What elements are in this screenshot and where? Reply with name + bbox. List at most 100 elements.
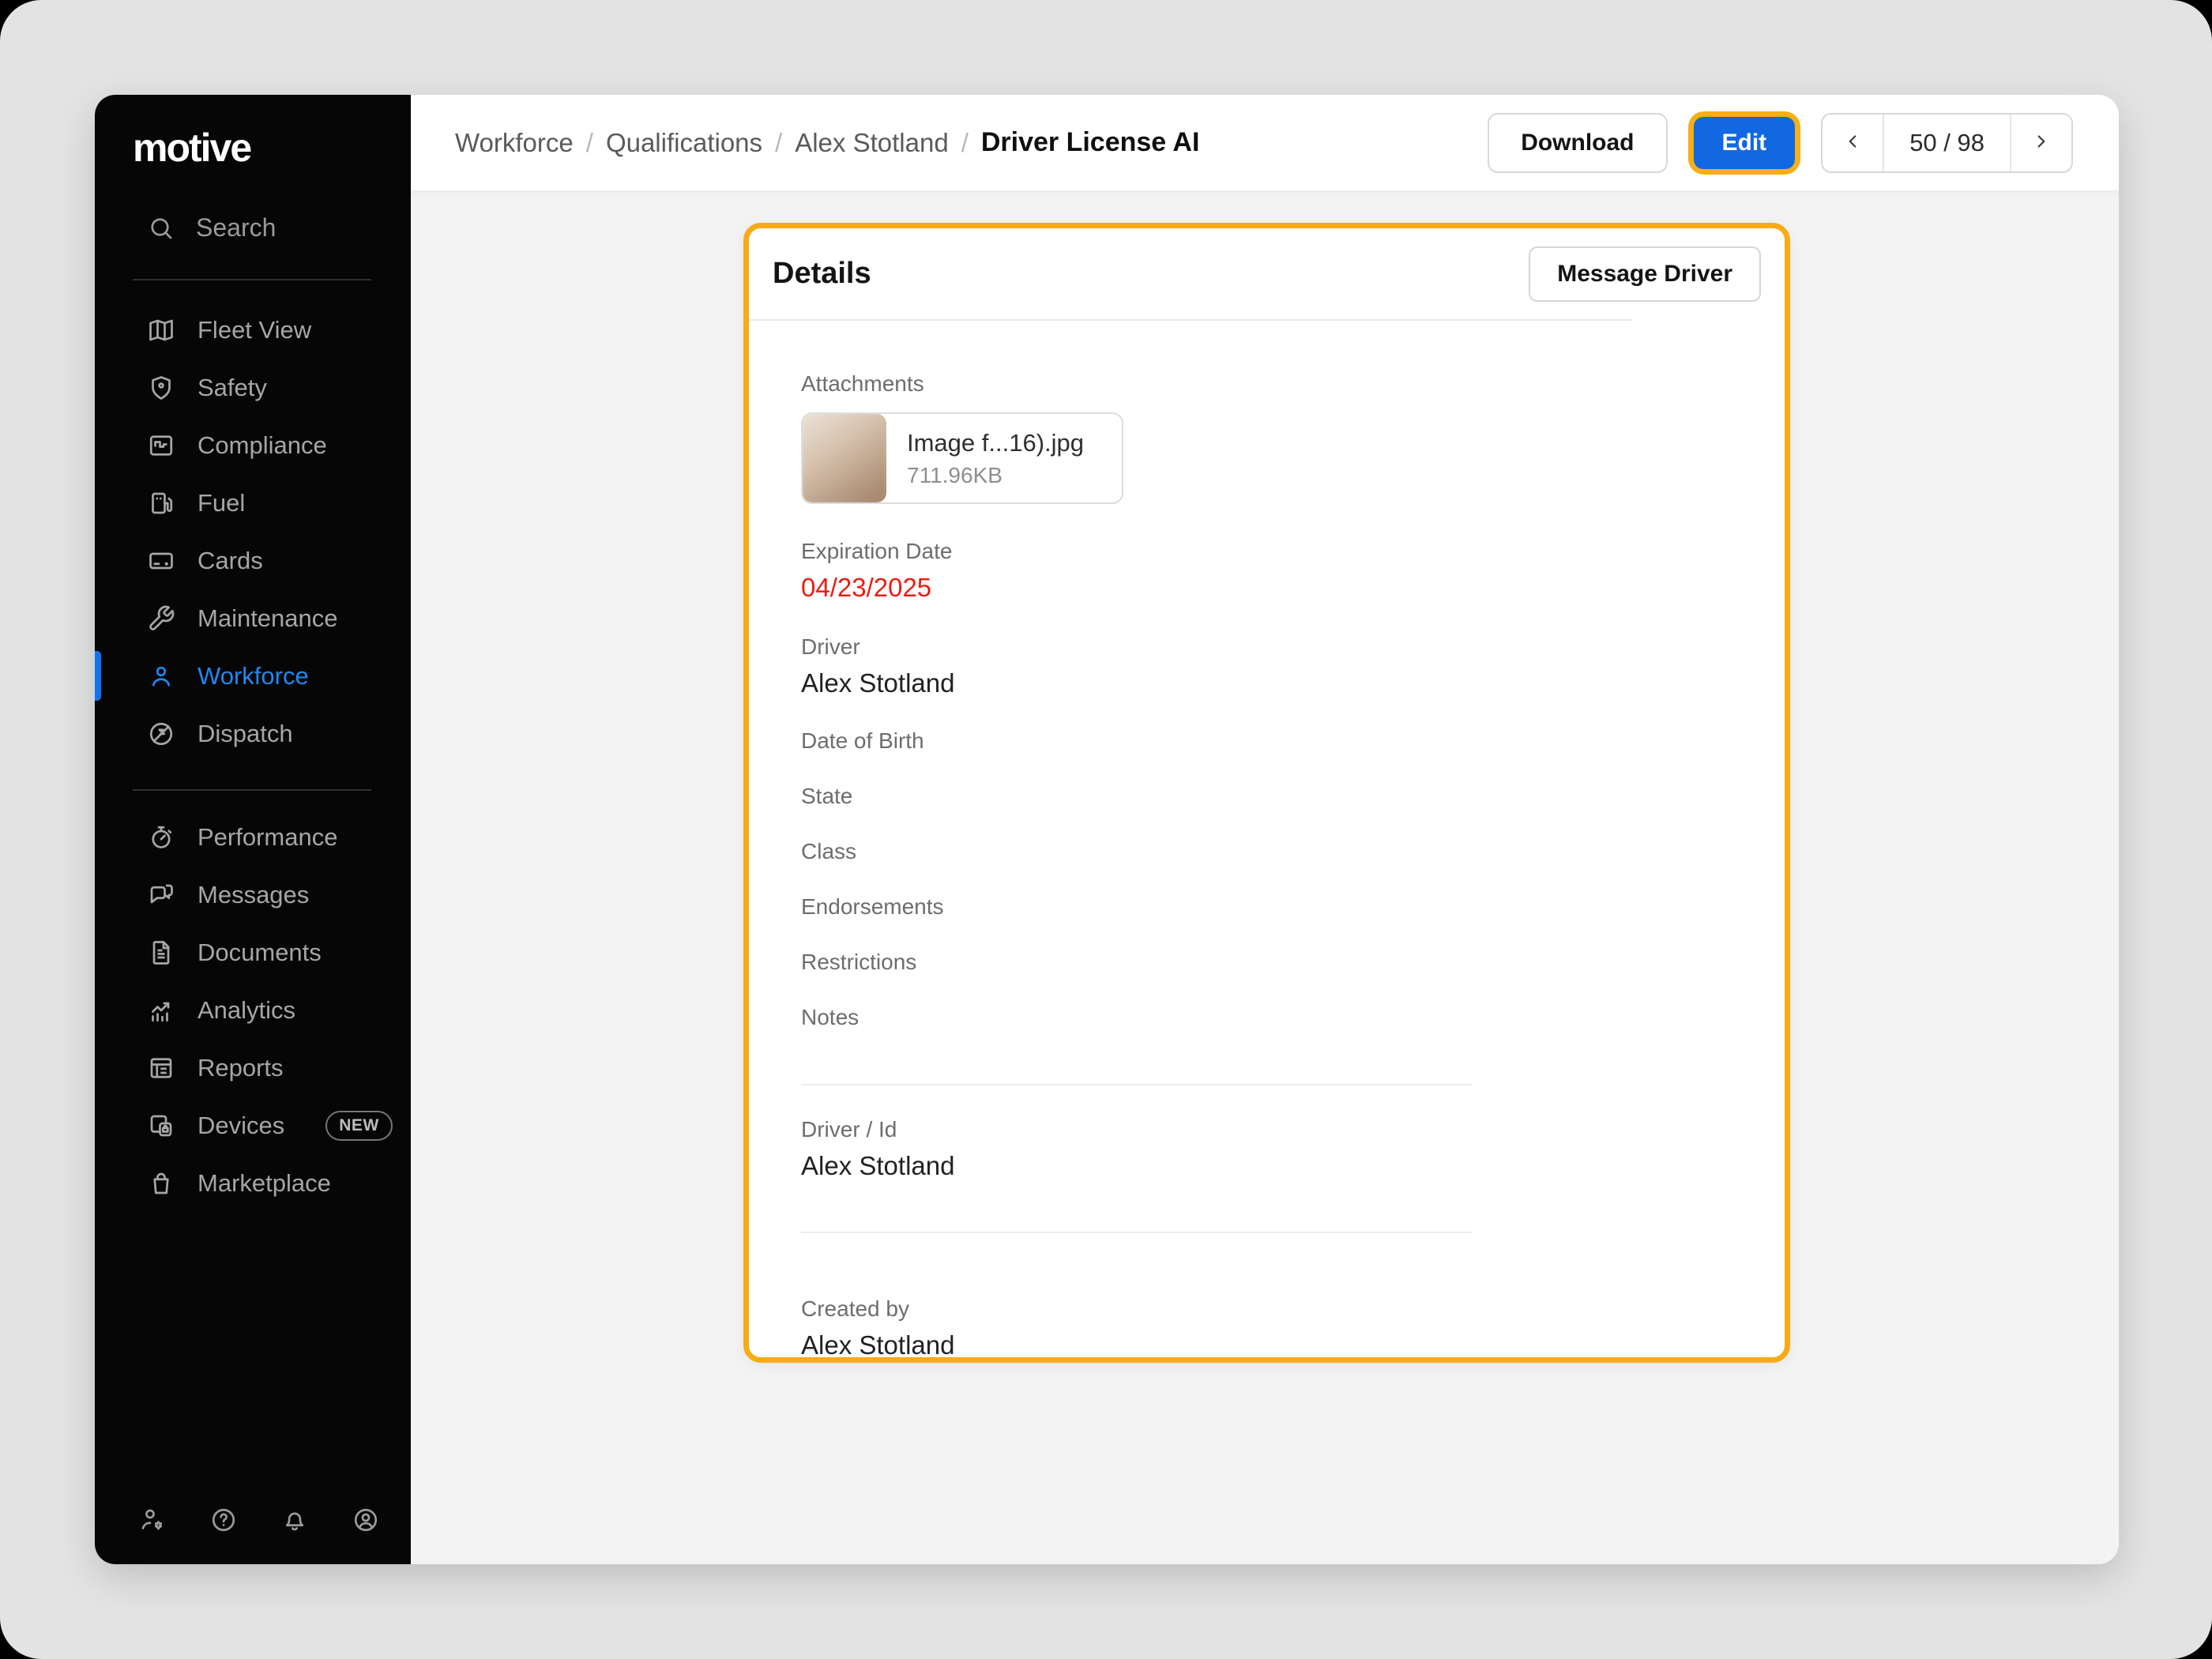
chevron-right-icon [2031,131,2052,154]
sidebar-item-devices[interactable]: Devices NEW [95,1097,411,1154]
shopping-bag-icon [147,1169,175,1198]
nav-label: Safety [198,374,267,402]
chart-arrow-icon [147,996,175,1025]
download-button[interactable]: Download [1488,113,1667,173]
edit-button[interactable]: Edit [1694,117,1796,169]
new-badge: NEW [325,1111,393,1141]
record-pagination: 50 / 98 [1821,113,2073,173]
sidebar-item-documents[interactable]: Documents [95,924,411,981]
card-divider [801,1232,1473,1233]
user-settings-icon[interactable] [138,1506,167,1534]
breadcrumb-workforce[interactable]: Workforce [455,128,574,158]
date-of-birth-label: Date of Birth [801,728,1785,754]
sidebar-item-cards[interactable]: Cards [95,532,411,589]
nav-label: Documents [198,939,322,967]
nav-label: Fuel [198,489,245,517]
credit-card-icon [147,547,175,575]
breadcrumb-separator: / [586,128,593,158]
created-by-name: Alex Stotland [801,1330,1785,1360]
attachment-thumbnail [803,414,886,502]
document-icon [147,939,175,967]
next-record-button[interactable] [2011,115,2071,171]
edit-button-focus-ring: Edit [1688,111,1801,175]
map-icon [147,316,175,344]
notes-label: Notes [801,1005,1785,1030]
expiration-date-label: Expiration Date [801,539,1785,564]
sidebar-item-safety[interactable]: Safety [95,359,411,416]
created-by-label: Created by [801,1296,1785,1322]
class-label: Class [801,839,1785,864]
sidebar-footer [95,1506,411,1534]
sidebar-item-compliance[interactable]: Compliance [95,416,411,474]
state-label: State [801,784,1785,809]
nav-label: Messages [198,881,309,909]
nav-label: Fleet View [198,316,311,344]
chat-bubbles-icon [147,881,175,909]
fuel-pump-icon [147,489,175,517]
attachment-file-size: 711.96KB [907,463,1084,488]
content-area: Details Message Driver Attachments Image… [411,190,2119,1564]
nav-label: Marketplace [198,1169,331,1198]
previous-record-button[interactable] [1823,115,1883,171]
breadcrumb-qualifications[interactable]: Qualifications [606,128,762,158]
nav-label: Cards [198,547,263,575]
search-label: Search [196,213,276,243]
sidebar-search[interactable]: Search [147,213,411,243]
restrictions-label: Restrictions [801,950,1785,975]
devices-icon [147,1112,175,1140]
card-divider [801,1084,1473,1085]
top-bar: Workforce / Qualifications / Alex Stotla… [411,95,2119,190]
sidebar-item-reports[interactable]: Reports [95,1039,411,1097]
nav-label: Compliance [198,431,327,460]
search-icon [147,214,175,243]
attachment-chip[interactable]: Image f...16).jpg 711.96KB [801,412,1123,504]
driver-id-label: Driver / Id [801,1117,1785,1142]
nav-label: Reports [198,1054,284,1082]
details-title: Details [773,257,871,291]
sidebar-item-marketplace[interactable]: Marketplace [95,1154,411,1212]
breadcrumb-separator: / [961,128,969,158]
shield-icon [147,374,175,402]
wrench-icon [147,604,175,633]
nav-label: Analytics [198,996,295,1025]
compliance-chart-icon [147,431,175,460]
breadcrumb-driver[interactable]: Alex Stotland [795,128,948,158]
app-window: motive Search Fleet View Safety [95,95,2119,1564]
details-card-header: Details Message Driver [749,228,1785,319]
dispatch-compass-icon [147,720,175,748]
account-icon[interactable] [352,1506,380,1534]
header-actions: Download Edit 50 / 98 [1488,111,2073,175]
details-card-body: Attachments Image f...16).jpg 711.96KB E… [749,321,1785,1363]
sidebar-item-maintenance[interactable]: Maintenance [95,589,411,647]
driver-value: Alex Stotland [801,668,1785,698]
sidebar-item-dispatch[interactable]: Dispatch [95,705,411,762]
sidebar-item-workforce[interactable]: Workforce [95,647,411,705]
chevron-left-icon [1842,131,1863,154]
sidebar-item-fuel[interactable]: Fuel [95,474,411,532]
nav-label: Maintenance [198,604,338,633]
sidebar-divider [133,789,371,791]
help-icon[interactable] [209,1506,238,1534]
page-title: Driver License AI [981,127,1200,158]
sidebar-item-fleet-view[interactable]: Fleet View [95,301,411,359]
sidebar-divider [133,279,371,280]
pagination-count: 50 / 98 [1883,115,2011,171]
screen-background: motive Search Fleet View Safety [0,0,2212,1659]
secondary-nav: Performance Messages Documents Analytics… [95,808,411,1212]
sidebar-item-analytics[interactable]: Analytics [95,981,411,1039]
notifications-bell-icon[interactable] [280,1506,309,1534]
breadcrumb-separator: / [775,128,782,158]
attachment-file-name: Image f...16).jpg [907,429,1084,457]
report-table-icon [147,1054,175,1082]
driver-label: Driver [801,634,1785,660]
sidebar-item-messages[interactable]: Messages [95,866,411,924]
sidebar-item-performance[interactable]: Performance [95,808,411,866]
message-driver-button[interactable]: Message Driver [1529,246,1761,302]
main-area: Workforce / Qualifications / Alex Stotla… [411,95,2119,1564]
driver-id-value: Alex Stotland [801,1151,1785,1181]
nav-label: Devices [198,1112,284,1140]
details-card: Details Message Driver Attachments Image… [743,223,1790,1363]
motive-logo: motive [133,125,411,171]
endorsements-label: Endorsements [801,894,1785,920]
primary-nav: Fleet View Safety Compliance Fuel Cards [95,301,411,762]
